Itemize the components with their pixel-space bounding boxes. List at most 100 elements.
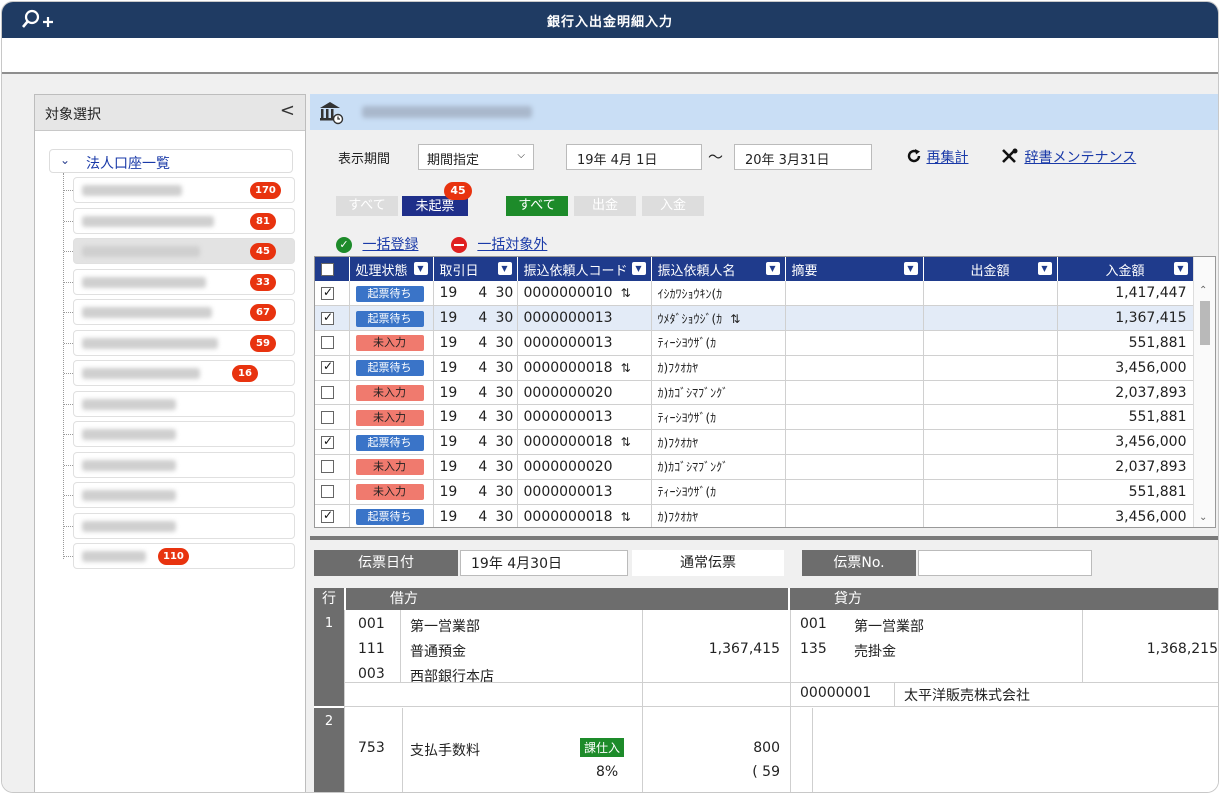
row-checkbox[interactable] [321,460,334,474]
swap-icon[interactable]: ⇅ [621,286,631,300]
column-header[interactable]: 取引日 ▼ [433,257,518,281]
row-select-cell[interactable] [315,305,350,332]
account-list-item[interactable]: 110 [73,543,295,569]
dictionary-link[interactable]: 辞書メンテナンス [1024,150,1136,166]
debit-account[interactable]: 支払手数料 [410,740,480,760]
debit-amount[interactable]: 800 [654,740,780,756]
table-row[interactable]: 起票待ち 19 4 30 0000000018 ⇅ ｶ)ﾌｸｵｶﾔ 3,456,000 [315,504,1194,527]
table-row[interactable]: 起票待ち 19 4 30 0000000018 ⇅ ｶ)ﾌｸｵｶﾔ 3,456,000 [315,429,1194,456]
status-all-button[interactable]: すべて [336,196,398,216]
account-list-item[interactable] [73,512,295,539]
swap-icon[interactable]: ⇅ [621,361,631,375]
table-row[interactable]: 未入力 19 4 30 0000000013 ﾃｨｰｼﾖｳｻﾞ(ｶ 551,881 [315,330,1194,356]
table-row[interactable]: 未入力 19 4 30 0000000013 ﾃｨｰｼﾖｳｻﾞ(ｶ 551,881 [315,404,1194,431]
column-header[interactable]: 出金額 ▼ [923,257,1058,281]
debit-amount[interactable]: 1,367,415 [654,641,780,657]
account-list-root[interactable]: ⌄ 法人口座一覧 [49,149,293,173]
scroll-up-icon[interactable]: ⌃ [1199,285,1207,296]
dropdown-icon[interactable]: ▼ [497,262,512,275]
partner-name[interactable]: 太平洋販売株式会社 [904,685,1030,705]
account-list-item[interactable]: 45 [73,238,295,264]
select-all-checkbox[interactable] [321,262,334,276]
dropdown-icon[interactable]: ▼ [631,262,646,275]
account-list-item[interactable]: 16 [73,360,295,386]
row-checkbox[interactable] [321,508,334,524]
recalc-button[interactable]: 再集計 [906,147,968,167]
period-mode-select[interactable]: 期間指定 ⌵ [418,144,534,170]
account-list-item[interactable]: 81 [73,207,295,234]
row-select-cell[interactable] [315,281,350,307]
type-in-button[interactable]: 入金 [642,196,704,216]
table-row[interactable]: 起票待ち 19 4 30 0000000013 ｳﾒﾀﾞｼｮｳｼﾞ(ｶ ⇅ 1,367,415 [315,305,1194,332]
date-to-input[interactable]: 20年 3月31日 [734,144,872,170]
splitter[interactable] [310,536,1218,540]
row-select-cell[interactable] [315,404,350,431]
row-checkbox[interactable] [321,359,334,375]
credit-amount[interactable]: 1,368,215 [1094,641,1218,657]
swap-icon[interactable]: ⇅ [621,510,631,524]
debit-account-code[interactable]: 753 [358,740,385,756]
column-header[interactable]: 摘要 ▼ [785,257,924,281]
dropdown-icon[interactable]: ▼ [413,262,428,275]
row-select-cell[interactable] [315,479,350,505]
account-list-item[interactable] [73,482,295,508]
swap-icon[interactable]: ⇅ [621,435,631,449]
column-header[interactable]: 振込依頼人コード ▼ [517,257,652,281]
account-list-item[interactable] [73,421,295,447]
bulk-register-link[interactable]: 一括登録 [362,237,418,253]
table-scrollbar[interactable]: ⌃ ⌄ [1193,257,1215,527]
credit-account-code[interactable]: 135 [800,641,827,657]
voucher-date-input[interactable]: 19年 4月30日 [460,550,628,576]
dropdown-icon[interactable]: ▼ [765,262,780,275]
scroll-down-icon[interactable]: ⌄ [1199,512,1207,523]
scroll-thumb[interactable] [1200,301,1210,345]
collapse-panel-button[interactable]: < [280,100,295,121]
select-all-header[interactable] [315,257,350,281]
account-list-item[interactable] [73,390,295,417]
row-checkbox[interactable] [321,410,334,424]
row-select-cell[interactable] [315,429,350,456]
voucher-type[interactable]: 通常伝票 [632,550,784,576]
debit-account-code[interactable]: 111 [358,641,385,657]
type-out-button[interactable]: 出金 [574,196,636,216]
row-checkbox[interactable] [321,386,334,400]
debit-account[interactable]: 普通預金 [410,641,466,661]
row-checkbox[interactable] [321,285,334,300]
row-select-cell[interactable] [315,380,350,406]
type-all-button[interactable]: すべて [506,196,568,216]
credit-dept-code[interactable]: 001 [800,616,827,632]
debit-dept[interactable]: 第一営業部 [410,616,480,636]
tax-category-badge[interactable]: 課仕入 [580,738,625,757]
voucher-no-input[interactable] [918,550,1092,576]
debit-dept-code[interactable]: 001 [358,616,385,632]
credit-account[interactable]: 売掛金 [854,641,896,661]
row-select-cell[interactable] [315,355,350,381]
column-header[interactable]: 入金額 ▼ [1057,257,1194,281]
account-list-item[interactable]: 67 [73,299,295,325]
row-checkbox[interactable] [321,310,334,325]
row-select-cell[interactable] [315,454,350,480]
column-header[interactable]: 振込依頼人名 ▼ [651,257,786,281]
column-header[interactable]: 処理状態 ▼ [349,257,434,281]
dropdown-icon[interactable]: ▼ [903,262,918,275]
swap-icon[interactable]: ⇅ [730,312,740,326]
table-row[interactable]: 未入力 19 4 30 0000000013 ﾃｨｰｼﾖｳｻﾞ(ｶ 551,881 [315,479,1194,505]
row-checkbox[interactable] [321,485,334,499]
debit-sub-account[interactable]: 西部銀行本店 [410,666,494,686]
row-checkbox[interactable] [321,336,334,350]
account-list-item[interactable]: 59 [73,329,295,356]
table-row[interactable]: 未入力 19 4 30 0000000020 ｶ)ｶｺﾞｼﾏﾌﾞﾝｸﾞ 2,037,893 [315,454,1194,480]
dropdown-icon[interactable]: ▼ [1173,262,1188,275]
dropdown-icon[interactable]: ▼ [1037,262,1052,275]
row-checkbox[interactable] [321,434,334,449]
debit-sub-code[interactable]: 003 [358,666,385,682]
table-row[interactable]: 起票待ち 19 4 30 0000000018 ⇅ ｶ)ﾌｸｵｶﾔ 3,456,000 [315,355,1194,381]
chevron-down-icon[interactable]: ⌄ [60,153,70,167]
credit-dept[interactable]: 第一営業部 [854,616,924,636]
account-list-item[interactable]: 170 [73,177,295,203]
account-list-item[interactable] [73,451,295,478]
table-row[interactable]: 起票待ち 19 4 30 0000000010 ⇅ ｲｼｶﾜｼｮｳｷﾝ(ｶ 1,417,447 [315,281,1194,307]
table-row[interactable]: 未入力 19 4 30 0000000020 ｶ)ｶｺﾞｼﾏﾌﾞﾝｸﾞ 2,037,893 [315,380,1194,406]
recalc-link[interactable]: 再集計 [926,150,968,166]
account-list-item[interactable]: 33 [73,268,295,295]
